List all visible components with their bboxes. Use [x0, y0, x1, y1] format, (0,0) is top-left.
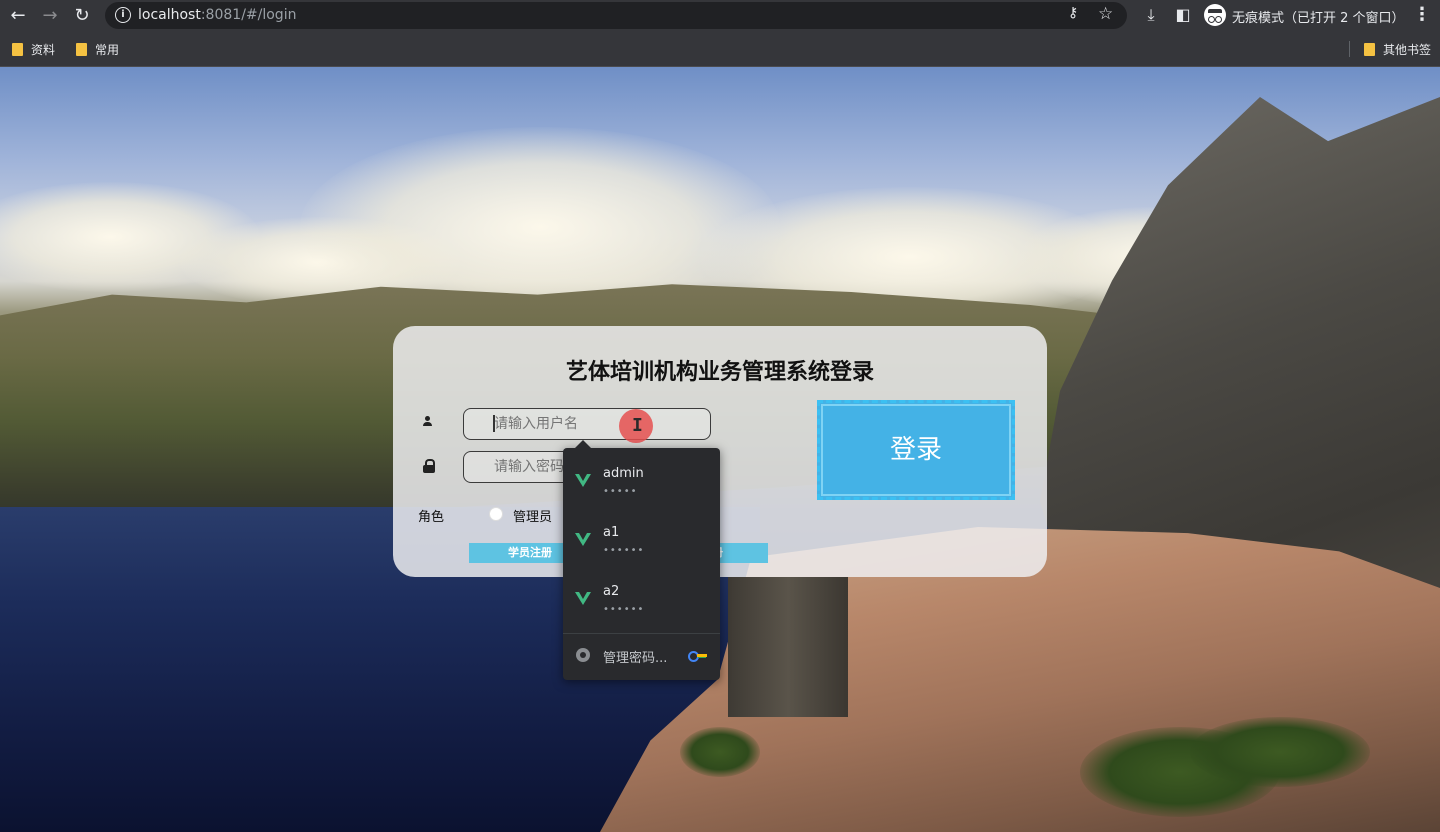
user-icon: [423, 416, 432, 426]
moss: [680, 727, 760, 777]
login-button[interactable]: 登录: [817, 400, 1015, 500]
autofill-item[interactable]: a1 ••••••: [563, 511, 720, 569]
back-icon[interactable]: ←: [6, 4, 30, 28]
moss: [1190, 717, 1370, 787]
page-title: 艺体培训机构业务管理系统登录: [565, 360, 874, 385]
login-card: 艺体培训机构业务管理系统登录 角色 管理员 学员注册 册 登录 I: [393, 326, 1047, 577]
folder-icon: [76, 42, 87, 56]
cliff-face: [728, 577, 848, 717]
bookmark-folder-ziliao[interactable]: 资料: [12, 40, 55, 58]
reload-icon[interactable]: ↻: [70, 4, 94, 28]
manage-passwords-label: 管理密码...: [603, 651, 668, 666]
autofill-item[interactable]: admin •••••: [563, 452, 720, 510]
autofill-username: a1: [603, 525, 620, 540]
vue-logo-icon: [575, 592, 591, 605]
chrome-icon: [576, 648, 590, 662]
vue-logo-icon: [575, 474, 591, 487]
folder-icon: [12, 42, 23, 56]
incognito-icon[interactable]: [1204, 4, 1226, 26]
username-input[interactable]: [463, 408, 711, 440]
folder-icon: [1364, 42, 1375, 56]
password-autofill-dropdown: admin ••••• a1 •••••• a2 •••••• 管理密码...: [563, 440, 720, 680]
autofill-username: admin: [603, 466, 644, 481]
bookmarks-divider: [1349, 41, 1350, 57]
dropdown-divider: [563, 633, 720, 634]
url-text[interactable]: localhost:8081/#/login: [138, 7, 296, 23]
download-icon[interactable]: ⤓: [1140, 4, 1162, 26]
menu-icon[interactable]: ⋮: [1412, 4, 1432, 26]
text-caret: [493, 415, 495, 432]
password-key-icon: [688, 650, 708, 662]
lock-icon: [423, 459, 435, 473]
bookmark-label: 常用: [95, 42, 120, 57]
info-icon[interactable]: i: [115, 7, 131, 23]
forward-icon[interactable]: →: [38, 4, 62, 28]
sidepanel-icon[interactable]: ◧: [1172, 4, 1194, 26]
key-icon[interactable]: ⚷: [1068, 5, 1078, 21]
star-icon[interactable]: ☆: [1098, 4, 1113, 24]
role-radio-label[interactable]: 管理员: [513, 506, 552, 525]
browser-toolbar: ← → ↻ i localhost:8081/#/login ⚷ ☆ ⤓ ◧ 无…: [0, 0, 1440, 31]
incognito-label[interactable]: 无痕模式（已打开 2 个窗口）: [1232, 7, 1405, 26]
bookmark-label: 资料: [31, 42, 56, 57]
bookmark-folder-changyong[interactable]: 常用: [76, 40, 119, 58]
role-label: 角色: [418, 510, 445, 525]
bookmarks-bar: 资料 常用 其他书签: [0, 31, 1440, 67]
autofill-password-mask: ••••••: [603, 545, 645, 556]
manage-passwords-item[interactable]: 管理密码...: [563, 644, 720, 666]
vue-logo-icon: [575, 533, 591, 546]
autofill-username: a2: [603, 584, 620, 599]
autofill-item[interactable]: a2 ••••••: [563, 570, 720, 628]
autofill-password-mask: •••••: [603, 486, 638, 497]
autofill-password-mask: ••••••: [603, 604, 645, 615]
role-radio-admin[interactable]: [489, 507, 503, 521]
bookmark-label: 其他书签: [1383, 42, 1432, 57]
bookmark-folder-other[interactable]: 其他书签: [1364, 40, 1431, 58]
address-bar[interactable]: i localhost:8081/#/login ⚷ ☆: [105, 2, 1127, 29]
ibeam-cursor-icon: I: [632, 415, 643, 436]
